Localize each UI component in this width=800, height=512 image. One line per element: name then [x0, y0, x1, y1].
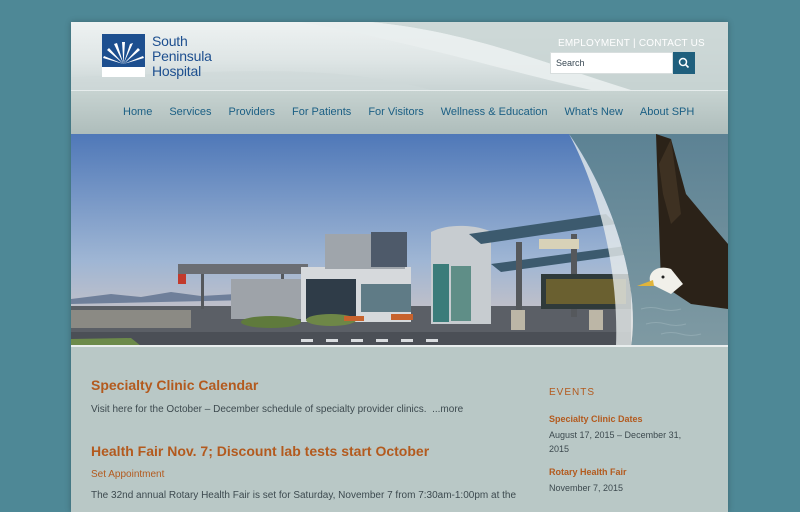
set-appointment-link[interactable]: Set Appointment [91, 469, 521, 480]
nav-item-for-patients[interactable]: For Patients [292, 106, 351, 118]
nav-item-whats-new[interactable]: What's New [565, 106, 623, 118]
main-column: Specialty Clinic Calendar Visit here for… [91, 377, 521, 502]
logo-line: Hospital [152, 63, 201, 79]
search-button[interactable] [673, 52, 695, 74]
nav-item-about-sph[interactable]: About SPH [640, 106, 694, 118]
post-excerpt-text: The 32nd annual Rotary Health Fair is se… [91, 490, 517, 501]
news-post: Health Fair Nov. 7; Discount lab tests s… [91, 443, 521, 502]
post-excerpt: Visit here for the October – December sc… [91, 403, 521, 416]
events-heading: EVENTS [549, 387, 596, 398]
utility-separator: | [633, 38, 636, 49]
sunburst-logo-icon [102, 34, 145, 77]
logo-line: South [152, 33, 188, 49]
hospital-logo[interactable]: South Peninsula Hospital [102, 34, 222, 80]
event-date: November 7, 2015 [549, 483, 624, 493]
event-title-link[interactable]: Specialty Clinic Dates [549, 414, 699, 424]
nav-item-providers[interactable]: Providers [229, 106, 275, 118]
nav-item-services[interactable]: Services [169, 106, 211, 118]
contact-us-link[interactable]: CONTACT US [639, 38, 705, 49]
hero-image [71, 134, 728, 346]
search-input[interactable] [550, 52, 673, 74]
post-title-link[interactable]: Specialty Clinic Calendar [91, 377, 521, 394]
search-form [550, 52, 695, 74]
event-item: Specialty Clinic Dates August 17, 2015 –… [549, 414, 699, 456]
news-post: Specialty Clinic Calendar Visit here for… [91, 377, 521, 416]
post-title-link[interactable]: Health Fair Nov. 7; Discount lab tests s… [91, 443, 521, 460]
event-item: Rotary Health Fair November 7, 2015 [549, 467, 699, 495]
content-area: Specialty Clinic Calendar Visit here for… [71, 347, 728, 512]
hero-banner [71, 134, 728, 346]
site-header: South Peninsula Hospital EMPLOYMENT | CONT… [71, 22, 728, 90]
employment-link[interactable]: EMPLOYMENT [558, 38, 630, 49]
main-nav: Home Services Providers For Patients For… [71, 90, 728, 134]
post-excerpt-text: Visit here for the October – December sc… [91, 404, 427, 415]
search-icon [678, 57, 690, 69]
event-date: August 17, 2015 – December 31, 2015 [549, 430, 682, 454]
hospital-logo-text: South Peninsula Hospital [152, 34, 232, 79]
nav-item-wellness-education[interactable]: Wellness & Education [441, 106, 548, 118]
logo-line: Peninsula [152, 48, 212, 64]
utility-links: EMPLOYMENT | CONTACT US [558, 38, 705, 49]
nav-item-home[interactable]: Home [123, 106, 152, 118]
events-sidebar: EVENTS Specialty Clinic Dates August 17,… [549, 387, 699, 495]
read-more-link[interactable]: ...more [432, 404, 463, 415]
nav-item-for-visitors[interactable]: For Visitors [368, 106, 423, 118]
page-container: South Peninsula Hospital EMPLOYMENT | CONT… [71, 22, 728, 512]
event-title-link[interactable]: Rotary Health Fair [549, 467, 699, 477]
